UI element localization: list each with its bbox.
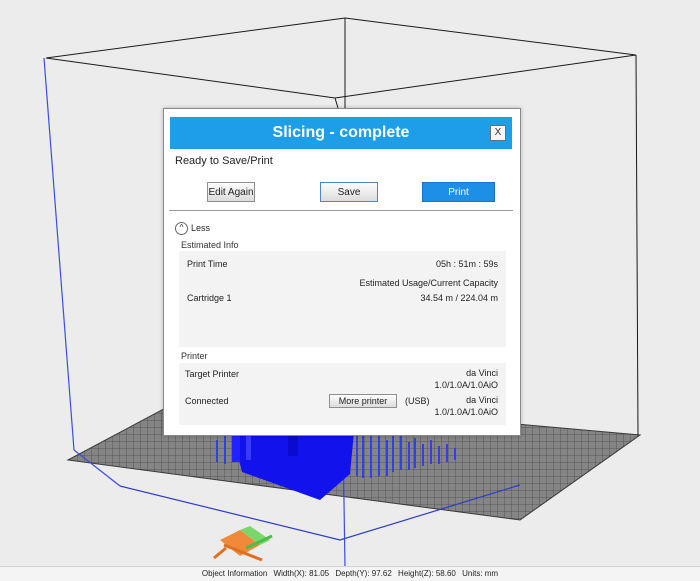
dialog-title: Slicing - complete	[272, 124, 410, 141]
estimated-info-heading: Estimated Info	[181, 240, 239, 250]
target-printer-label: Target Printer	[185, 369, 240, 379]
print-time-label: Print Time	[187, 259, 228, 269]
close-icon[interactable]: X	[490, 125, 506, 141]
object-info-label: Object Information	[201, 569, 268, 578]
object-units: Units: mm	[462, 569, 499, 578]
connected-printer-model: 1.0/1.0A/1.0AiO	[434, 407, 498, 417]
divider	[169, 210, 513, 211]
edit-again-button[interactable]: Edit Again	[207, 182, 255, 202]
object-info-statusbar: Object Information Width(X): 81.05 Depth…	[0, 566, 700, 581]
less-toggle[interactable]: ^ Less	[175, 222, 210, 235]
target-printer-model: 1.0/1.0A/1.0AiO	[434, 380, 498, 390]
connected-printer-name: da Vinci	[466, 395, 498, 405]
cartridge-label: Cartridge 1	[187, 293, 232, 303]
less-label: Less	[191, 222, 211, 233]
connection-type: (USB)	[405, 396, 430, 406]
more-printer-button[interactable]: More printer	[329, 394, 397, 408]
printer-heading: Printer	[181, 351, 208, 361]
chevron-up-icon: ^	[175, 222, 188, 235]
target-printer-name: da Vinci	[466, 368, 498, 378]
object-height: Height(Z): 58.60	[398, 569, 456, 578]
xyz-axis-arrows-icon	[213, 526, 273, 562]
save-button[interactable]: Save	[320, 182, 378, 202]
object-width: Width(X): 81.05	[273, 569, 330, 578]
usage-heading: Estimated Usage/Current Capacity	[359, 278, 498, 288]
cartridge-value: 34.54 m / 224.04 m	[420, 293, 498, 303]
status-text: Ready to Save/Print	[175, 155, 273, 167]
print-button[interactable]: Print	[422, 182, 495, 202]
dialog-title-bar: Slicing - complete X	[170, 117, 512, 149]
object-depth: Depth(Y): 97.62	[335, 569, 392, 578]
printer-panel: Target Printer da Vinci 1.0/1.0A/1.0AiO …	[179, 363, 506, 425]
connected-label: Connected	[185, 396, 229, 406]
slicing-complete-dialog: Slicing - complete X Ready to Save/Print…	[163, 108, 521, 436]
estimated-info-panel: Print Time 05h : 51m : 59s Estimated Usa…	[179, 251, 506, 347]
print-time-value: 05h : 51m : 59s	[435, 259, 498, 269]
